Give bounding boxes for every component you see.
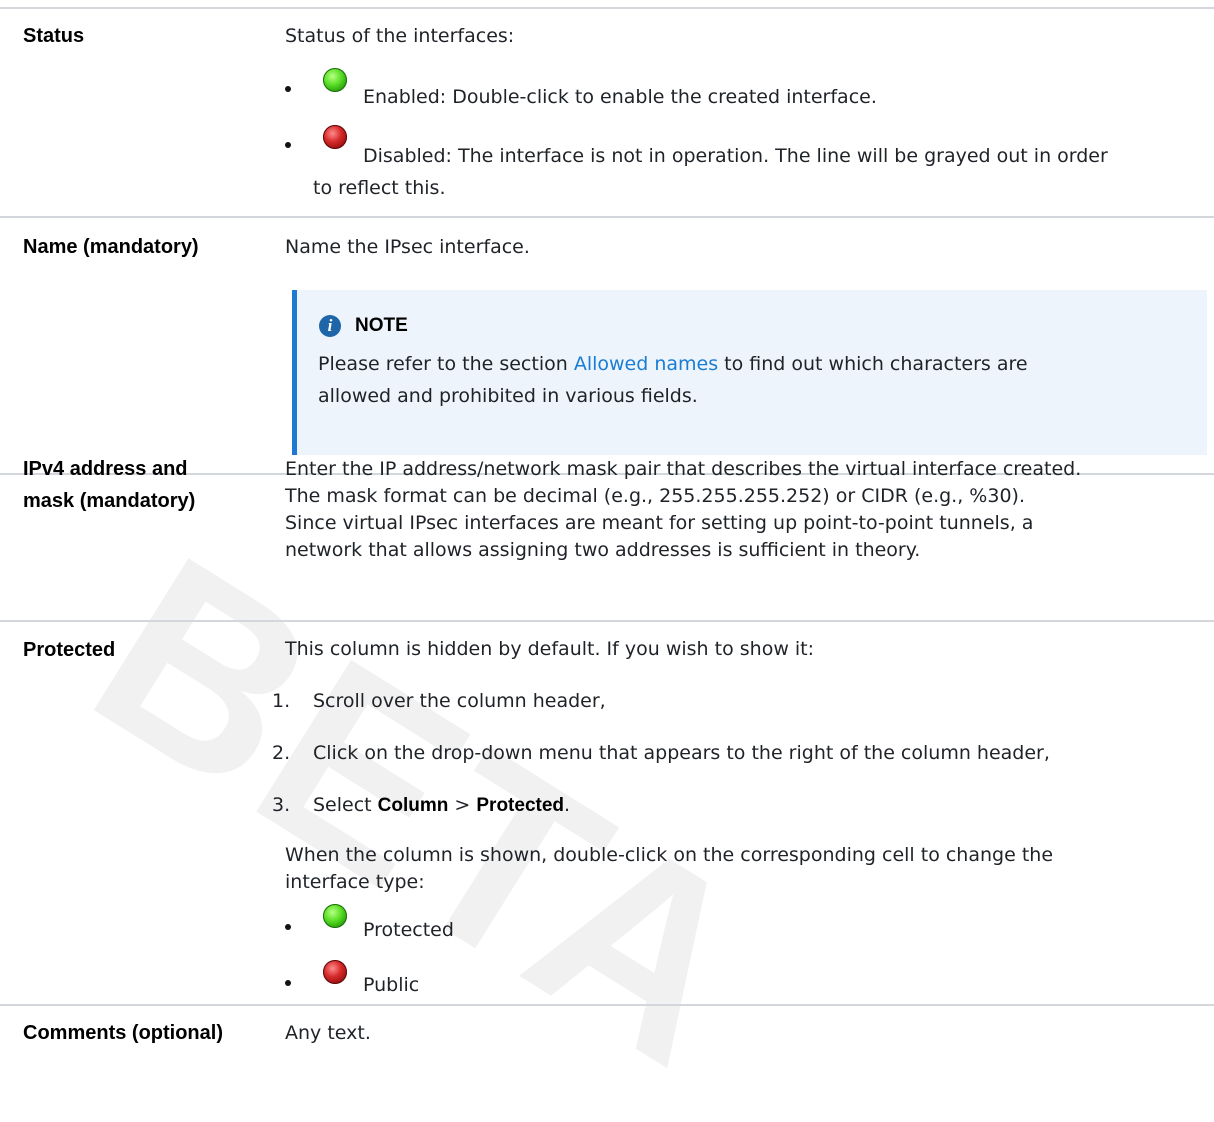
public-option: Public [363,974,420,996]
note-text-line2: allowed and prohibited in various fields… [318,385,698,407]
bullet-icon [285,142,291,148]
table-rule [0,1004,1214,1006]
menu-separator: > [448,794,477,816]
step-number: 3. [272,794,291,816]
comments-text: Any text. [285,1022,371,1044]
status-enabled-text: Enabled: Double-click to enable the crea… [363,86,877,108]
bullet-icon [285,924,291,930]
protected-option: Protected [363,919,454,941]
ipv4-line: Since virtual IPsec interfaces are meant… [285,512,1034,534]
green-status-icon [323,904,347,928]
status-intro: Status of the interfaces: [285,25,515,47]
info-icon: i [319,315,341,337]
name-text: Name the IPsec interface. [285,236,530,258]
step-text: Click on the drop-down menu that appears… [313,742,1050,764]
step-text: Scroll over the column header, [313,690,606,712]
red-status-icon [323,960,347,984]
green-status-icon [323,68,347,92]
term-name: Name (mandatory) [23,236,199,258]
status-disabled-text: Disabled: The interface is not in operat… [363,145,1108,167]
protected-intro: This column is hidden by default. If you… [285,638,815,660]
term-comments: Comments (optional) [23,1022,223,1044]
red-status-icon [323,125,347,149]
table-rule [0,7,1214,9]
step-text: Select Column > Protected. [313,792,570,819]
ipv4-line: The mask format can be decimal (e.g., 25… [285,485,1025,507]
bullet-icon [285,980,291,986]
note-box: i NOTE Please refer to the section Allow… [292,290,1207,455]
protected-after-text: When the column is shown, double-click o… [285,844,1054,866]
term-protected: Protected [23,639,116,661]
allowed-names-link[interactable]: Allowed names [574,353,718,375]
term-status: Status [23,25,85,47]
term-ipv4-line2: mask (mandatory) [23,490,196,512]
attribute-table: BETA Status Status of the interfaces: En… [0,0,1214,1122]
ipv4-line: network that allows assigning two addres… [285,539,921,561]
step-text-before: Select [313,794,378,816]
term-ipv4-line1: IPv4 address and [23,458,188,480]
protected-after-text-cont: interface type: [285,871,425,893]
table-rule [0,216,1214,218]
protected-label: Protected [476,795,565,816]
step-number: 1. [272,690,291,712]
status-disabled-text-cont: to reflect this. [313,177,446,199]
note-text-after: to find out which characters are [718,353,1028,375]
note-title: NOTE [355,315,408,336]
table-rule [0,620,1214,622]
note-text-before: Please refer to the section [318,353,574,375]
ipv4-line: Enter the IP address/network mask pair t… [285,458,1082,480]
bullet-icon [285,86,291,92]
note-text: Please refer to the section Allowed name… [318,348,1198,412]
column-label: Column [377,795,449,816]
step-text-after: . [564,794,571,816]
step-number: 2. [272,742,291,764]
